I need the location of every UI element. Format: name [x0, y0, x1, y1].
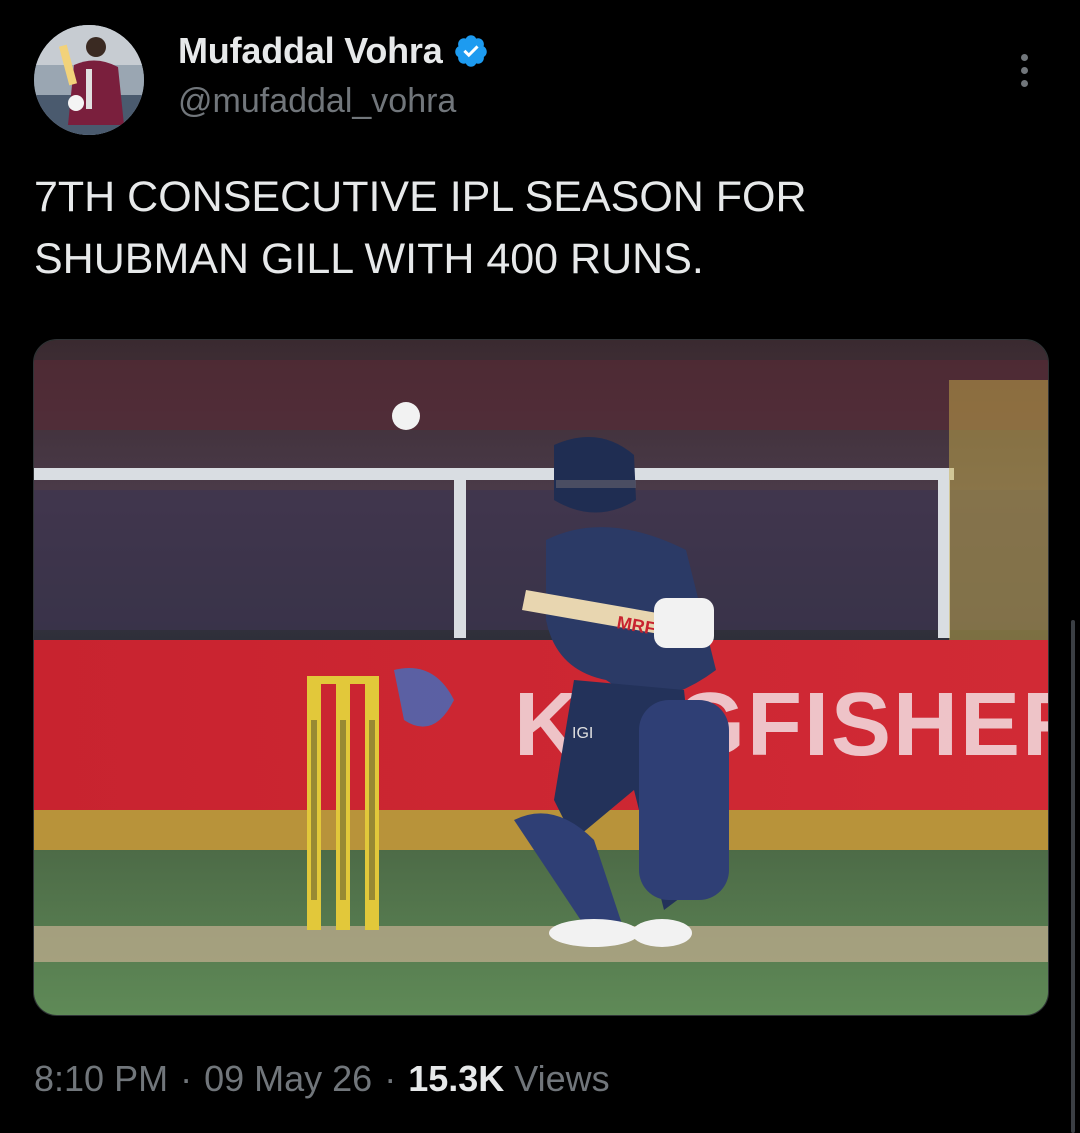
- cricket-photo: KINGFISHER MRF IGI: [34, 340, 1048, 1015]
- tweet-time[interactable]: 8:10 PM: [34, 1058, 168, 1100]
- scrollbar[interactable]: [1071, 620, 1075, 1133]
- meta-separator: ·: [384, 1058, 397, 1099]
- avatar-photo-icon: [34, 25, 144, 135]
- author-name-row: Mufaddal Vohra: [178, 30, 489, 72]
- more-dot: [1020, 66, 1028, 74]
- more-options-button[interactable]: [1006, 48, 1042, 92]
- views-count: 15.3K: [408, 1058, 505, 1099]
- meta-separator: ·: [180, 1058, 193, 1099]
- tweet-media-image[interactable]: KINGFISHER MRF IGI: [33, 339, 1049, 1016]
- author-display-name[interactable]: Mufaddal Vohra: [178, 30, 443, 72]
- tweet-card: Mufaddal Vohra @mufaddal_vohra 7TH CONSE…: [0, 0, 1080, 1133]
- shirt-text: IGI: [572, 725, 593, 742]
- more-dot: [1020, 79, 1028, 87]
- tweet-text: 7TH CONSECUTIVE IPL SEASON FOR SHUBMAN G…: [34, 173, 807, 283]
- more-dots-vertical-icon: [1020, 53, 1028, 61]
- tweet-meta: 8:10 PM · 09 May 26 · 15.3K Views: [34, 1058, 610, 1100]
- author-handle[interactable]: @mufaddal_vohra: [178, 82, 456, 121]
- verified-badge-icon: [453, 33, 489, 69]
- tweet-date[interactable]: 09 May 26: [204, 1058, 372, 1100]
- views-label: Views: [514, 1058, 610, 1099]
- author-avatar[interactable]: [34, 25, 144, 135]
